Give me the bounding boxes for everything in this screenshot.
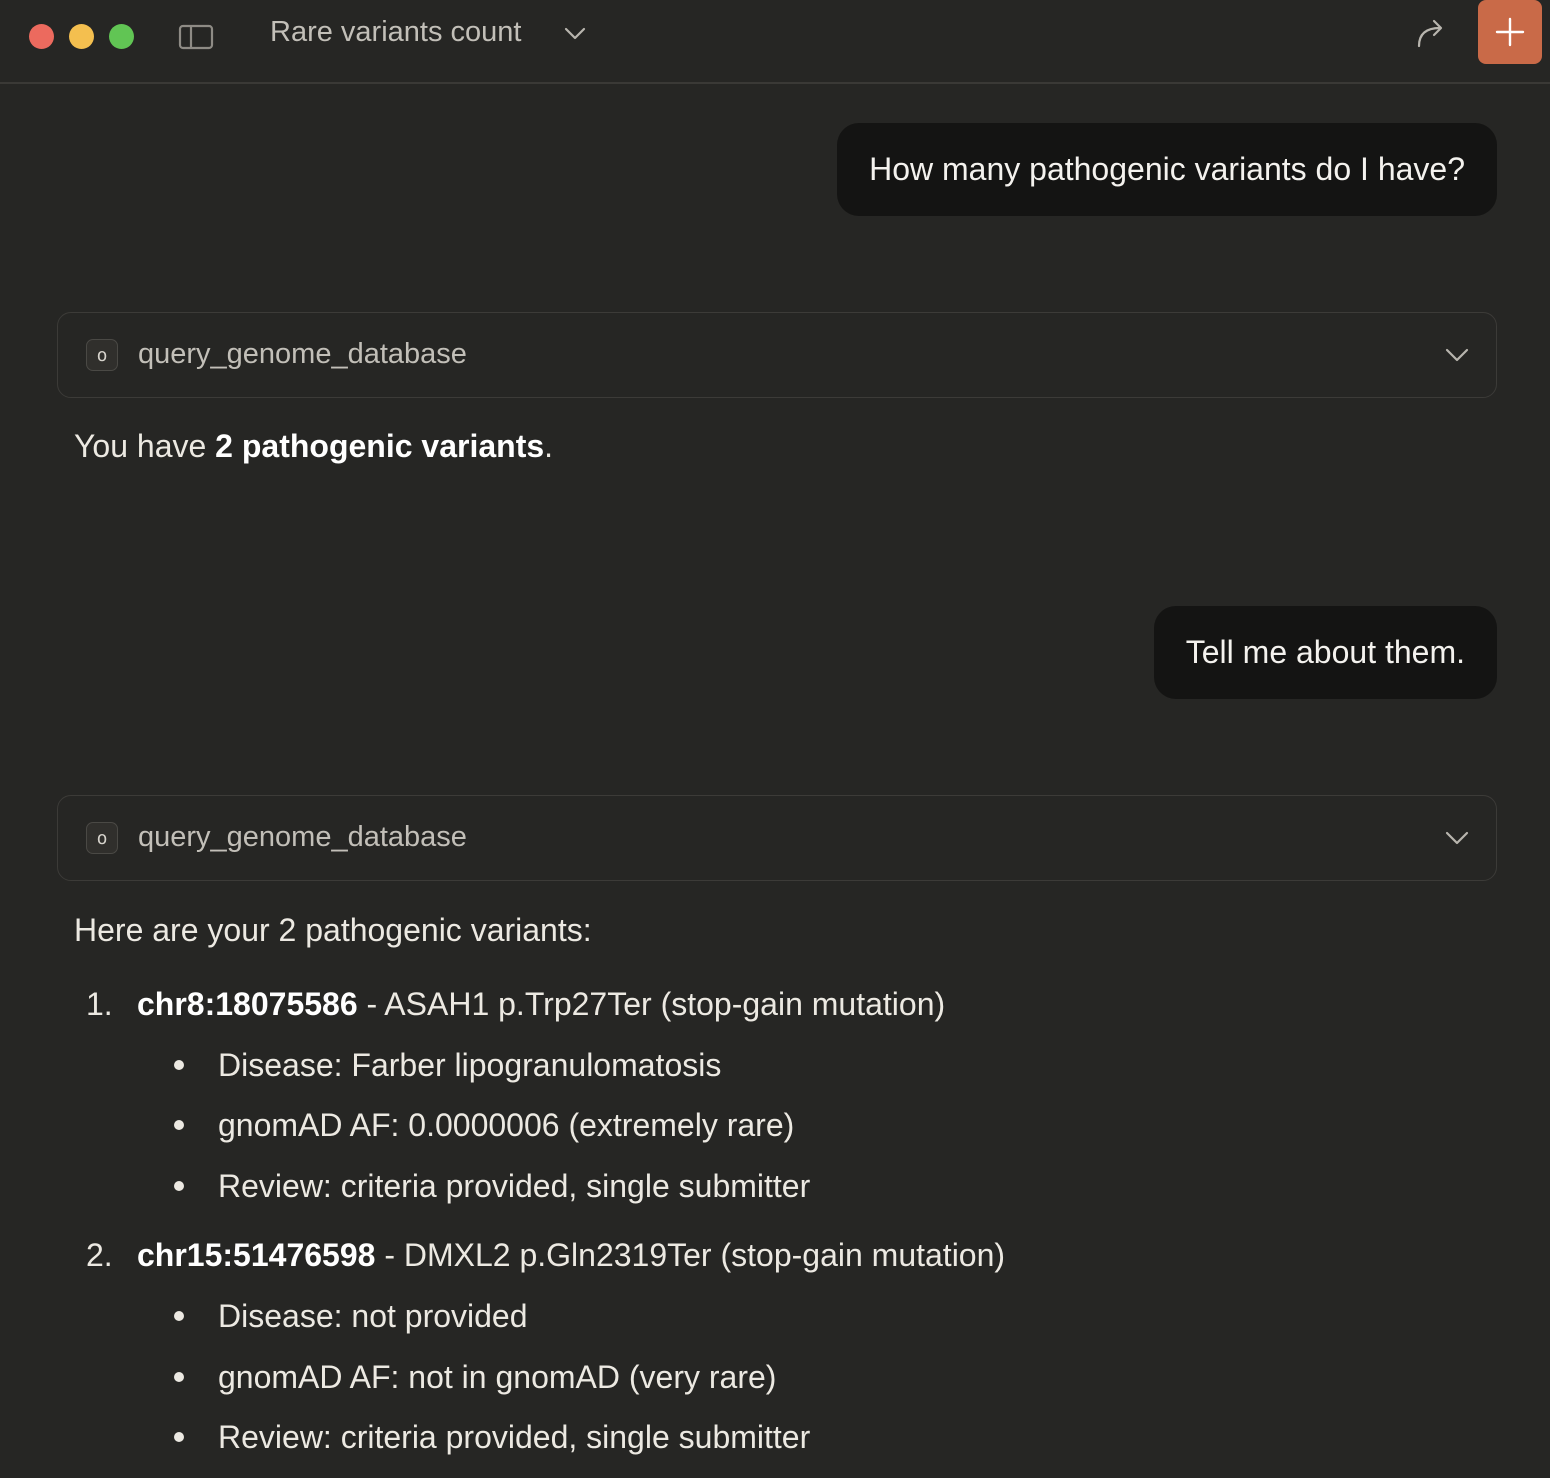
bullet-icon bbox=[174, 1371, 184, 1382]
chevron-down-icon[interactable] bbox=[1444, 341, 1470, 367]
variant-detail: Disease: not provided bbox=[170, 1294, 528, 1338]
tool-icon: o bbox=[86, 822, 118, 854]
tool-call-panel[interactable]: o query_genome_database bbox=[57, 312, 1497, 398]
answer-text-suffix: . bbox=[544, 428, 554, 464]
tool-call-name: query_genome_database bbox=[138, 338, 467, 370]
bullet-icon bbox=[174, 1059, 184, 1070]
list-number: 2. bbox=[86, 1237, 113, 1273]
variant-location: chr15:51476598 bbox=[137, 1237, 376, 1273]
detail-text: Review: criteria provided, single submit… bbox=[218, 1419, 811, 1455]
answer-text: You have bbox=[74, 428, 216, 464]
tool-call-name: query_genome_database bbox=[138, 821, 467, 853]
chat-title[interactable]: Rare variants count bbox=[270, 14, 521, 50]
user-message: How many pathogenic variants do I have? bbox=[837, 123, 1497, 216]
minimize-window-button[interactable] bbox=[69, 24, 94, 49]
detail-text: Disease: not provided bbox=[218, 1298, 528, 1334]
variant-location: chr8:18075586 bbox=[137, 986, 358, 1022]
bullet-icon bbox=[174, 1310, 184, 1321]
variant-detail: Review: criteria provided, single submit… bbox=[170, 1164, 810, 1208]
variant-detail: gnomAD AF: not in gnomAD (very rare) bbox=[170, 1355, 776, 1399]
variant-description: - DMXL2 p.Gln2319Ter (stop-gain mutation… bbox=[375, 1237, 1006, 1273]
detail-text: Disease: Farber lipogranulomatosis bbox=[218, 1047, 722, 1083]
chevron-down-icon[interactable] bbox=[562, 20, 588, 46]
variant-detail: Review: criteria provided, single submit… bbox=[170, 1415, 810, 1459]
chevron-down-icon[interactable] bbox=[1444, 824, 1470, 850]
detail-text: gnomAD AF: not in gnomAD (very rare) bbox=[218, 1359, 777, 1395]
detail-text: Review: criteria provided, single submit… bbox=[218, 1168, 811, 1204]
bullet-icon bbox=[174, 1431, 184, 1442]
user-message: Tell me about them. bbox=[1153, 606, 1497, 699]
answer-bold-text: 2 pathogenic variants bbox=[215, 428, 545, 464]
share-icon[interactable] bbox=[1414, 16, 1450, 50]
variant-detail: Disease: Farber lipogranulomatosis bbox=[170, 1043, 721, 1087]
detail-text: gnomAD AF: 0.0000006 (extremely rare) bbox=[218, 1107, 795, 1143]
plus-icon bbox=[1495, 17, 1525, 47]
zoom-window-button[interactable] bbox=[109, 24, 134, 49]
variant-detail: gnomAD AF: 0.0000006 (extremely rare) bbox=[170, 1103, 794, 1147]
tool-call-panel[interactable]: o query_genome_database bbox=[57, 795, 1497, 881]
title-bar: Rare variants count bbox=[0, 0, 1550, 84]
variant-item: 1. chr8:18075586 - ASAH1 p.Trp27Ter (stop… bbox=[86, 982, 945, 1026]
new-chat-button[interactable] bbox=[1478, 0, 1542, 64]
tool-icon: o bbox=[86, 339, 118, 371]
assistant-message: You have 2 pathogenic variants. bbox=[74, 424, 553, 468]
bullet-icon bbox=[174, 1119, 184, 1130]
assistant-intro: Here are your 2 pathogenic variants: bbox=[74, 912, 592, 948]
bullet-icon bbox=[174, 1180, 184, 1191]
list-number: 1. bbox=[86, 986, 113, 1022]
close-window-button[interactable] bbox=[29, 24, 54, 49]
variant-description: - ASAH1 p.Trp27Ter (stop-gain mutation) bbox=[357, 986, 946, 1022]
sidebar-toggle-icon[interactable] bbox=[178, 22, 214, 50]
variant-item: 2. chr15:51476598 - DMXL2 p.Gln2319Ter (s… bbox=[86, 1233, 1005, 1277]
